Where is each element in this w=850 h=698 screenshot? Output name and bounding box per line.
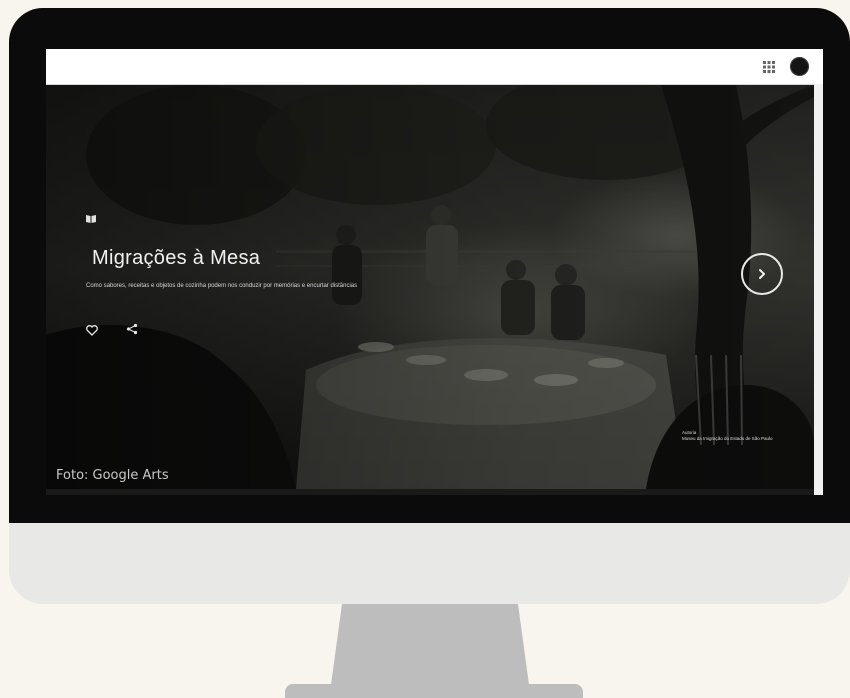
scrollbar[interactable]: [814, 84, 823, 495]
browser-screen: Migrações à Mesa Como sabores, receitas …: [46, 49, 823, 495]
monitor: Migrações à Mesa Como sabores, receitas …: [9, 8, 850, 604]
book-icon: [86, 215, 96, 223]
monitor-stand: [330, 604, 530, 692]
photo-caption: Foto: Google Arts: [56, 468, 169, 483]
grid-icon[interactable]: [763, 61, 775, 73]
monitor-stand-base: [285, 684, 583, 698]
next-button[interactable]: [741, 253, 783, 295]
exhibit-title[interactable]: Migrações à Mesa: [92, 247, 260, 270]
credit-source: Museu da Imigração do Estado de São Paul…: [682, 436, 773, 441]
share-icon[interactable]: [126, 323, 138, 335]
exhibit-subtitle: Como sabores, receitas e objetos de cozi…: [86, 283, 358, 289]
heart-icon[interactable]: [86, 325, 98, 336]
chevron-right-icon: [759, 269, 765, 279]
image-credit: Autoria Museu da Imigração do Estado de …: [682, 430, 773, 442]
top-bar: [46, 49, 823, 85]
monitor-bezel: Migrações à Mesa Como sabores, receitas …: [9, 8, 850, 523]
hero-banner: Migrações à Mesa Como sabores, receitas …: [46, 85, 814, 489]
user-avatar[interactable]: [790, 57, 809, 76]
